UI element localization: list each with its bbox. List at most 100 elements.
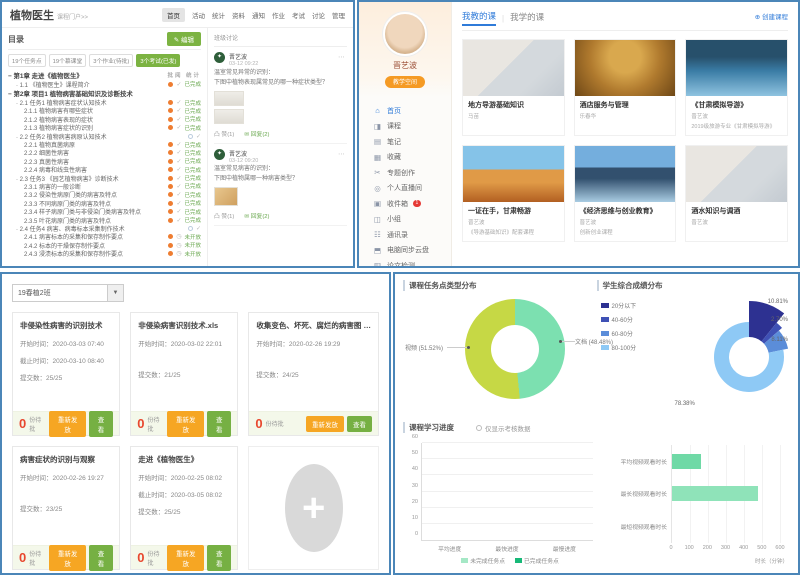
pending-count: 0 [19, 416, 26, 431]
filter-chip[interactable]: 19个任务点 [8, 54, 46, 67]
course-card[interactable]: 《甘肃模拟导游》晋艺波2019级旅游专业《甘肃模拟导游》 [685, 39, 788, 136]
homework-title: 走进《植物医生》 [138, 454, 230, 465]
sidebar-item-cloud-disk[interactable]: ⬒电脑同步云盘 [373, 243, 451, 259]
rose-legend: 20分以下 40-60分 60-80分 80-100分 [601, 301, 637, 357]
course-card[interactable]: 《经济思维与创业教育》晋艺波创新创业课程 [574, 145, 677, 242]
legend-item[interactable]: 已完成任务点 [515, 556, 559, 565]
tree-row[interactable]: 2.4.3 浸渍标本的采集和保存制作要点◷未开放 [8, 249, 201, 257]
sidebar-item-notes[interactable]: ▤笔记 [373, 134, 451, 150]
legend-item[interactable]: 60-80分 [601, 329, 637, 338]
sidebar-item-paper-check[interactable]: ▥论文检测 [373, 258, 451, 268]
reissue-button[interactable]: 重新发放 [49, 411, 86, 437]
sidebar-item-favorites[interactable]: ▦收藏 [373, 150, 451, 166]
like-button[interactable]: 凸 赞(1) [214, 211, 234, 220]
nav-item-4[interactable]: 资料 [232, 10, 245, 20]
h-bar[interactable] [672, 454, 701, 469]
filter-chip[interactable]: 3个考试(已发) [136, 54, 180, 67]
reissue-button[interactable]: 重新发放 [49, 545, 86, 571]
check-icon: ✓ [176, 166, 181, 173]
view-button[interactable]: 查看 [207, 411, 231, 437]
nav-item-6[interactable]: 作业 [272, 10, 285, 20]
legend-item[interactable]: 80-100分 [601, 343, 637, 352]
homework-card-footer: 0份待批重新发放查看 [13, 545, 119, 569]
h-bar[interactable] [672, 486, 758, 501]
course-card[interactable]: 酒水知识与调酒晋艺波 [685, 145, 788, 242]
sidebar-item-home[interactable]: ⌂首页 [373, 103, 451, 119]
sidebar-item-live-room[interactable]: ◎个人直播间 [373, 181, 451, 197]
like-button[interactable]: 凸 赞(1) [214, 129, 234, 138]
course-card-teacher: 马苗 [468, 112, 559, 120]
create-course-button[interactable]: ⊕ 创建课程 [755, 11, 788, 21]
tree-row-status: ✓已完成 [168, 191, 201, 199]
tab-my-learning[interactable]: 我学的课 [510, 11, 544, 25]
sidebar-item-contacts[interactable]: ☷通讯录 [373, 227, 451, 243]
nav-item-8[interactable]: 讨论 [312, 10, 325, 20]
taskpoint-icon [168, 142, 173, 147]
row-state: 已完成 [184, 80, 201, 88]
nav-item-1[interactable]: 首页 [162, 8, 185, 22]
reissue-button[interactable]: 重新发放 [167, 545, 204, 571]
post-image[interactable] [214, 187, 238, 206]
nav-item-9[interactable]: 管理 [332, 10, 345, 20]
space-badge[interactable]: 教学空间 [385, 76, 425, 88]
sidebar-item-inbox[interactable]: ▣收件箱1 [373, 196, 451, 212]
legend-item[interactable]: 40-60分 [601, 315, 637, 324]
sidebar-item-groups[interactable]: ◫小组 [373, 212, 451, 228]
course-card[interactable]: 酒店服务与管理乐春华 [574, 39, 677, 136]
tree-row[interactable]: · 1.1 《植物医生》课程简介✓已完成 [8, 80, 201, 88]
filter-chip[interactable]: 3个作业(待批) [89, 54, 133, 67]
legend-label: 20分以下 [612, 301, 637, 310]
class-filter-select[interactable]: 19春植2班 ▼ [12, 284, 124, 302]
post-image[interactable] [214, 109, 244, 124]
post-date: 03-12 09:20 [229, 158, 258, 164]
avatar[interactable] [383, 12, 427, 56]
view-button[interactable]: 查看 [207, 545, 231, 571]
bars-wrap [422, 443, 593, 540]
filter-chip[interactable]: 19个慕课堂 [49, 54, 87, 67]
view-button[interactable]: 查看 [89, 545, 113, 571]
tab-my-teaching[interactable]: 我教的课 [462, 10, 496, 26]
legend-item[interactable]: 20分以下 [601, 301, 637, 310]
homework-submit-count: 提交数：25/25 [138, 506, 230, 516]
reissue-button[interactable]: 重新发放 [306, 416, 344, 432]
course-card-title: 地方导游基础知识 [468, 100, 559, 110]
homework-start-time: 开始时间：2020-02-25 08:02 [138, 472, 230, 482]
nav-item-3[interactable]: 统计 [212, 10, 225, 20]
sidebar-item-label: 个人直播间 [387, 183, 422, 193]
tree-row[interactable]: − 第1章 走进《植物医生》批阅 统计 [8, 70, 201, 80]
score-distribution-chart: 学生综合成绩分布 20分以下 40-60分 60-80分 80-100分 10.81% 2… [597, 280, 791, 418]
more-icon[interactable]: ⋯ [338, 150, 345, 158]
course-card[interactable]: 地方导游基础知识马苗 [462, 39, 565, 136]
reply-button[interactable]: ✉ 回复(2) [244, 129, 269, 138]
legend-swatch [601, 345, 609, 350]
x-tick: 400 [739, 545, 748, 551]
tree-row[interactable]: − 第2章 项目1 植物病害基础知识及诊断技术 [8, 88, 201, 98]
course-portal-link[interactable]: 课程门户>> [57, 15, 88, 21]
rose-percent-label: 10.81% [768, 299, 788, 305]
x-tick: 100 [685, 545, 694, 551]
sidebar-item-topic-creation[interactable]: ✂专题创作 [373, 165, 451, 181]
post-image[interactable] [214, 91, 244, 106]
nav-item-7[interactable]: 考试 [292, 10, 305, 20]
sidebar-item-courses[interactable]: ◨课程 [373, 119, 451, 135]
row-state: 已完成 [184, 208, 201, 216]
watch-time-plot [671, 445, 780, 543]
x-axis-label: 时长（分钟） [755, 557, 788, 565]
nav-item-5[interactable]: 通知 [252, 10, 265, 20]
edit-button[interactable]: ✎ 编辑 [167, 32, 201, 46]
view-button[interactable]: 查看 [347, 416, 372, 432]
y-tick: 30 [404, 483, 418, 489]
legend-item[interactable]: 未完成任务点 [461, 556, 505, 565]
filter-radio[interactable]: 仅显示考核数据 [476, 423, 531, 433]
row-state: 已完成 [184, 174, 201, 182]
nav-item-2[interactable]: 活动 [192, 10, 205, 20]
course-card[interactable]: 一证在手，甘肃畅游晋艺波《导游基础知识》配套课程 [462, 145, 565, 242]
chapter-tree: − 第1章 走进《植物医生》批阅 统计· 1.1 《植物医生》课程简介✓已完成−… [8, 70, 201, 258]
reissue-button[interactable]: 重新发放 [167, 411, 204, 437]
view-button[interactable]: 查看 [89, 411, 113, 437]
reply-button[interactable]: ✉ 回复(2) [244, 211, 269, 220]
more-icon[interactable]: ⋯ [338, 53, 345, 61]
add-homework-card[interactable]: + [248, 446, 379, 570]
score-dist-title: 学生综合成绩分布 [597, 280, 791, 291]
homework-card-footer: 0份待批重新发放查看 [13, 411, 119, 435]
